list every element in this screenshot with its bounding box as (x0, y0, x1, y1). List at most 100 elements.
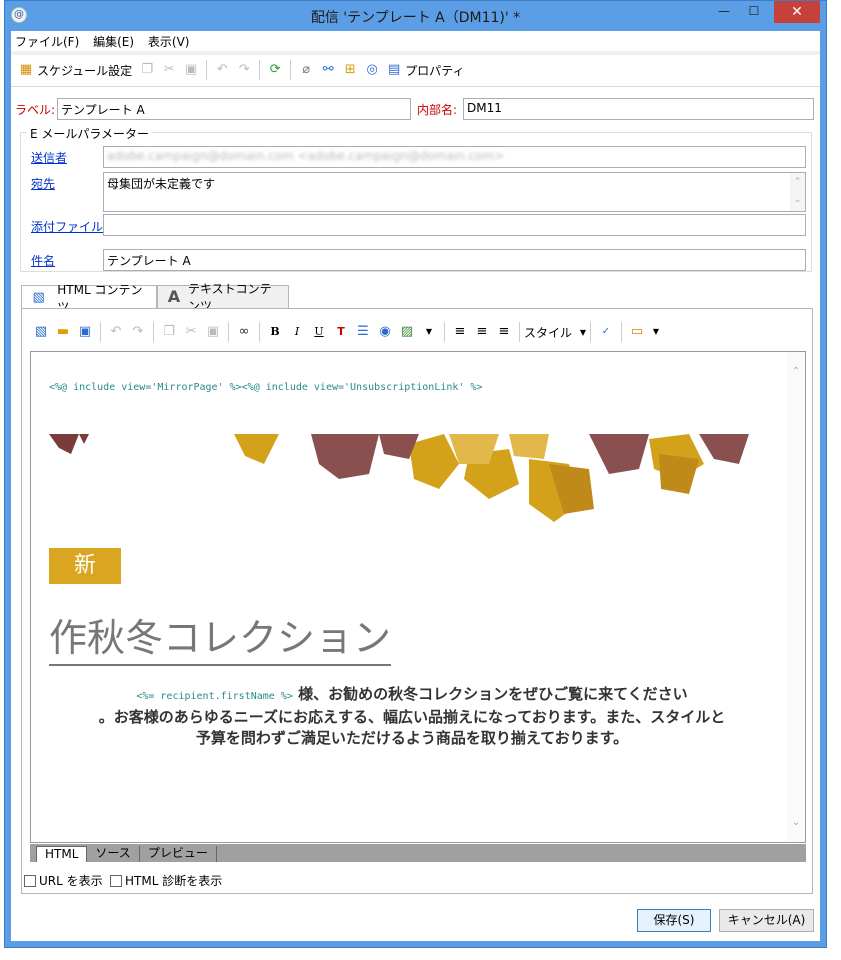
editor-separator (621, 322, 622, 342)
editor-redo-icon[interactable]: ↷ (130, 324, 146, 340)
body-line-2: 。お客様のあらゆるニーズにお応えする、幅広い品揃えになっております。また、スタイ… (98, 708, 726, 726)
cancel-button[interactable]: キャンセル(A) (719, 909, 814, 932)
mode-tab-source[interactable]: ソース (87, 846, 140, 862)
open-folder-icon[interactable]: ▬ (55, 324, 71, 340)
calendar-icon: ▦ (19, 62, 33, 77)
paste-icon[interactable]: ▣ (183, 62, 199, 78)
recipient-code: <%= recipient.firstName %> (136, 691, 293, 702)
internal-name-field[interactable]: DM11 (463, 98, 814, 120)
tab-text-content[interactable]: A テキストコンテンツ (157, 282, 289, 313)
show-url-checkbox[interactable]: URL を表示 (24, 872, 103, 889)
refresh-icon[interactable]: ⟳ (267, 62, 283, 78)
personalize-icon[interactable]: ▭ (629, 324, 645, 340)
underline-icon[interactable]: U (311, 324, 327, 340)
dialog-window: @ 配信 'テンプレート A（DM11)' * — ☐ ✕ ファイル(F) 編集… (4, 0, 827, 948)
image-dropdown-icon[interactable]: ▼ (421, 324, 437, 340)
checkbox-box (24, 874, 36, 887)
toolbar-separator (290, 60, 292, 80)
cut-icon[interactable]: ✂ (161, 62, 177, 78)
editor-separator (444, 322, 445, 342)
insert-image-icon[interactable]: ▨ (399, 324, 415, 340)
include-code: <%@ include view='MirrorPage' %><%@ incl… (49, 382, 483, 393)
hyperlink-globe-icon[interactable]: ◉ (377, 324, 393, 340)
subject-field[interactable]: テンプレート A (103, 249, 806, 271)
attachment-icon[interactable]: ⌀ (298, 62, 314, 78)
body-line-3: 予算を問わずご満足いただけるよう商品を取り揃えております。 (195, 729, 629, 747)
client-area: ファイル(F) 編集(E) 表示(V) ▦ スケジュール設定 ❐ ✂ ▣ ↶ ↷… (11, 31, 820, 941)
to-scrollbar[interactable]: ⌃ ⌄ (790, 173, 805, 211)
editor-copy-icon[interactable]: ❐ (161, 324, 177, 340)
align-left-icon[interactable]: ≡ (452, 324, 468, 340)
properties-label: プロパティ (405, 63, 465, 78)
text-color-icon[interactable]: T (333, 324, 349, 340)
align-center-icon[interactable]: ≡ (474, 324, 490, 340)
sender-field[interactable]: adobe.campaign@domain.com <adobe.campaig… (103, 146, 806, 168)
html-doc-icon: ▧ (32, 289, 45, 305)
spellcheck-icon[interactable]: ✓ (598, 324, 614, 340)
new-badge: 新 (49, 548, 121, 584)
toolbar-bottom-line (11, 86, 820, 87)
body-line-1-text: 様、お勧めの秋冬コレクションをぜひご覧に来てください (292, 685, 688, 703)
menu-file[interactable]: ファイル(F) (11, 31, 85, 50)
list-icon[interactable]: ☰ (355, 324, 371, 340)
scroll-down-icon[interactable]: ⌄ (787, 817, 805, 828)
redo-icon[interactable]: ↷ (236, 62, 252, 78)
editor-cut-icon[interactable]: ✂ (183, 324, 199, 340)
editor-scrollbar[interactable]: ⌃ ⌄ (787, 352, 805, 842)
html-content-panel: ▧ ▬ ▣ ↶ ↷ ❐ ✂ ▣ ∞ B I U T ☰ ◉ ▨ ▼ ≡ ≡ ≡ … (21, 308, 813, 894)
show-html-diag-checkbox[interactable]: HTML 診断を表示 (110, 872, 222, 889)
attachment-link[interactable]: 添付ファイル (31, 218, 103, 235)
to-field[interactable]: 母集団が未定義です ⌃ ⌄ (103, 172, 806, 212)
bold-icon[interactable]: B (267, 324, 283, 340)
editor-paste-icon[interactable]: ▣ (205, 324, 221, 340)
collection-headline: 作秋冬コレクション (49, 607, 392, 666)
personalize-dropdown-icon[interactable]: ▼ (648, 324, 664, 340)
show-url-label: URL を表示 (39, 874, 103, 888)
main-toolbar: ▦ スケジュール設定 ❐ ✂ ▣ ↶ ↷ ⟳ ⌀ ⚯ ⊞ ◎ ▤ プロパティ (11, 56, 820, 84)
sender-link[interactable]: 送信者 (31, 149, 67, 166)
find-binoculars-icon[interactable]: ∞ (236, 324, 252, 340)
label-field[interactable]: テンプレート A (57, 98, 411, 120)
text-a-icon: A (167, 287, 181, 306)
minimize-button[interactable]: — (710, 1, 738, 23)
menu-view[interactable]: 表示(V) (144, 31, 196, 50)
wysiwyg-editor[interactable]: <%@ include view='MirrorPage' %><%@ incl… (30, 351, 806, 843)
scroll-up-icon[interactable]: ⌃ (787, 366, 805, 377)
menu-bar: ファイル(F) 編集(E) 表示(V) (11, 31, 820, 51)
mode-tab-html[interactable]: HTML (36, 846, 88, 862)
save-button[interactable]: 保存(S) (637, 909, 711, 932)
body-line-1: <%= recipient.firstName %> 様、お勧めの秋冬コレクショ… (49, 684, 775, 707)
mode-tab-preview[interactable]: プレビュー (140, 846, 217, 862)
copy-icon[interactable]: ❐ (139, 62, 155, 78)
align-right-icon[interactable]: ≡ (496, 324, 512, 340)
gift-icon[interactable]: ⊞ (342, 62, 358, 78)
style-select[interactable]: スタイル ▼ (524, 324, 586, 341)
maximize-button[interactable]: ☐ (740, 1, 768, 23)
schedule-button[interactable]: ▦ スケジュール設定 (15, 59, 132, 81)
window-title: 配信 'テンプレート A（DM11)' * (310, 10, 521, 26)
menu-edit[interactable]: 編集(E) (89, 31, 140, 50)
editor-separator (100, 322, 101, 342)
target-icon[interactable]: ◎ (364, 62, 380, 78)
email-params-title: E メールパラメーター (27, 125, 153, 142)
editor-separator (153, 322, 154, 342)
link-icon[interactable]: ⚯ (320, 62, 336, 78)
italic-icon[interactable]: I (289, 324, 305, 340)
title-bar[interactable]: @ 配信 'テンプレート A（DM11)' * — ☐ ✕ (5, 1, 826, 31)
to-value: 母集団が未定義です (107, 177, 216, 191)
save-icon[interactable]: ▣ (77, 324, 93, 340)
editor-undo-icon[interactable]: ↶ (108, 324, 124, 340)
close-button[interactable]: ✕ (774, 1, 820, 23)
new-doc-icon[interactable]: ▧ (33, 324, 49, 340)
body-text: <%= recipient.firstName %> 様、お勧めの秋冬コレクショ… (49, 684, 775, 749)
menu-separator (11, 51, 820, 55)
tab-html-content[interactable]: ▧ HTML コンテンツ (21, 283, 157, 314)
attachment-field[interactable] (103, 214, 806, 236)
editor-toolbar: ▧ ▬ ▣ ↶ ↷ ❐ ✂ ▣ ∞ B I U T ☰ ◉ ▨ ▼ ≡ ≡ ≡ … (30, 319, 806, 345)
label-caption: ラベル: (15, 103, 56, 117)
to-link[interactable]: 宛先 (31, 175, 55, 192)
checkbox-box (110, 874, 122, 887)
subject-link[interactable]: 件名 (31, 252, 55, 269)
undo-icon[interactable]: ↶ (214, 62, 230, 78)
properties-button[interactable]: ▤ プロパティ (383, 59, 464, 81)
